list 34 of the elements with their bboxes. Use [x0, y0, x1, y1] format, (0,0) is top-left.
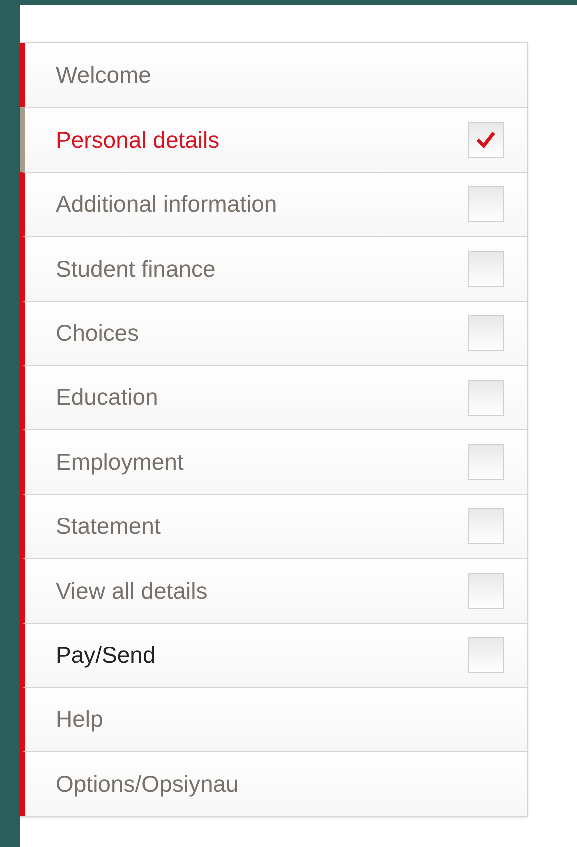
menu-item-label: Choices — [56, 319, 140, 348]
menu-item[interactable]: Choices — [20, 300, 527, 365]
menu-item-label: Welcome — [56, 60, 152, 90]
checkbox[interactable] — [468, 122, 504, 158]
menu-item[interactable]: Options/Opsiynau — [20, 751, 527, 816]
menu-item[interactable]: View all details — [20, 558, 527, 623]
menu-item-label: Options/Opsiynau — [56, 770, 239, 799]
checkbox[interactable] — [468, 572, 504, 609]
checkbox[interactable] — [468, 380, 504, 416]
menu-item-label: Personal details — [56, 126, 220, 155]
menu-item-label: Pay/Send — [56, 640, 156, 670]
menu-item[interactable]: Education — [20, 364, 527, 430]
menu-item[interactable]: Student finance — [20, 236, 527, 301]
checkbox[interactable] — [468, 186, 504, 222]
menu-item[interactable]: Help — [20, 686, 527, 752]
menu-item-label: Help — [56, 705, 104, 734]
menu-item[interactable]: Statement — [20, 494, 527, 558]
menu-item-label: Statement — [56, 512, 161, 542]
menu-item[interactable]: Welcome — [20, 43, 527, 108]
checkbox[interactable] — [468, 444, 504, 480]
menu-item[interactable]: Employment — [20, 429, 527, 494]
checkbox[interactable] — [468, 637, 504, 674]
menu-item-label: View all details — [56, 576, 208, 606]
menu-item[interactable]: Personal details — [20, 107, 527, 172]
menu-item-label: Student finance — [56, 254, 216, 284]
checkbox[interactable] — [468, 508, 504, 544]
checkmark-icon — [476, 131, 496, 150]
menu-item-label: Employment — [56, 448, 184, 477]
menu-item[interactable]: Additional information — [20, 172, 527, 236]
checkbox[interactable] — [468, 250, 504, 287]
menu-item-label: Additional information — [56, 190, 278, 220]
checkbox[interactable] — [468, 315, 504, 352]
menu-item[interactable]: Pay/Send — [20, 622, 527, 687]
menu-item-label: Education — [56, 383, 158, 412]
